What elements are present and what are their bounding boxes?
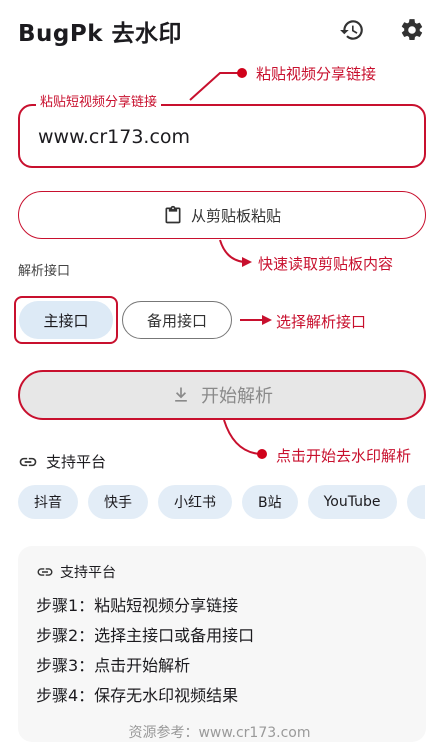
url-input-label: 粘贴短视频分享链接 [36,91,162,110]
guide-step: 步骤1：粘贴短视频分享链接 [36,596,239,615]
guide-card-heading: 支持平台 [36,562,116,582]
link-icon [18,452,38,472]
guide-step: 步骤3：点击开始解析 [36,656,191,675]
primary-api-label: 主接口 [19,301,113,339]
annotation-arrow-clipboard [219,239,252,267]
platform-tag[interactable]: B站 [242,485,298,519]
footer-source: 资源参考：www.cr173.com [128,725,311,741]
platform-tag[interactable]: 快手 [88,485,148,519]
annotation-clipboard: 快速读取剪贴板内容 [258,255,394,273]
history-icon[interactable] [336,14,368,46]
download-icon [171,385,191,405]
paste-button-label: 从剪贴板粘贴 [190,206,281,225]
annotation-arrow-api [240,315,272,325]
start-button-label: 开始解析 [201,386,273,407]
annotation-start: 点击开始去水印解析 [276,447,412,465]
clipboard-icon [163,205,183,225]
annotation-dot [237,68,247,78]
guide-step: 步骤4：保存无水印视频结果 [36,686,239,705]
platform-tag[interactable]: 小红书 [158,485,232,519]
start-parse-button[interactable]: 开始解析 [18,370,426,420]
platform-tag-row: 抖音 快手 小红书 B站 YouTube [18,485,425,519]
backup-api-chip[interactable]: 备用接口 [122,301,232,339]
link-icon [36,563,54,581]
annotation-paste-link: 粘贴视频分享链接 [256,65,377,83]
app-title: BugPk 去水印 [18,21,183,47]
annotation-choose-api: 选择解析接口 [276,313,367,331]
annotation-dot [257,449,267,459]
primary-api-chip[interactable]: 主接口 [14,296,118,344]
platforms-title: 支持平台 [46,453,107,471]
platform-tag[interactable]: YouTube [307,485,397,519]
guide-card-title: 支持平台 [60,565,116,581]
guide-step: 步骤2：选择主接口或备用接口 [36,626,255,645]
platform-tag[interactable]: 抖音 [18,485,78,519]
paste-from-clipboard-button[interactable]: 从剪贴板粘贴 [18,191,426,239]
gear-icon[interactable] [396,14,428,46]
platforms-heading: 支持平台 [18,451,106,472]
platform-tag-overflow[interactable] [406,485,425,519]
api-section-label: 解析接口 [18,264,71,279]
url-input-value[interactable]: www.cr173.com [38,126,190,148]
